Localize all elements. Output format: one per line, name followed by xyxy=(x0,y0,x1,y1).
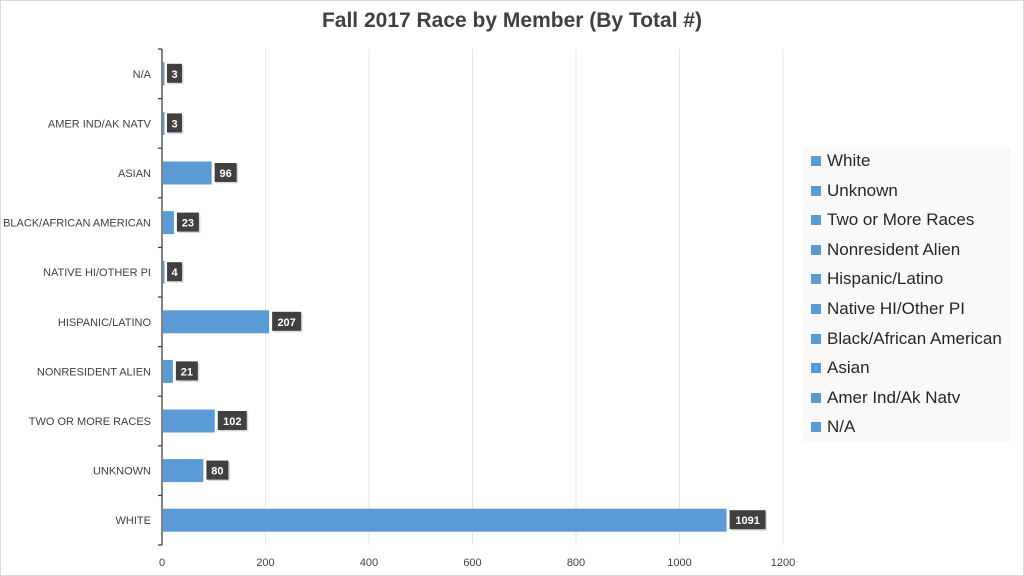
bar xyxy=(163,111,165,135)
data-label: 102 xyxy=(223,416,241,428)
legend-swatch-icon xyxy=(811,304,821,314)
legend-item: Native HI/Other PI xyxy=(811,299,965,319)
legend-item: Unknown xyxy=(811,181,898,201)
category-labels: N/A AMER IND/AK NATV ASIAN BLACK/AFRICAN AM… xyxy=(3,69,152,527)
data-label: 23 xyxy=(182,218,194,230)
data-label: 207 xyxy=(277,317,295,329)
category-label: NATIVE HI/OTHER PI xyxy=(43,267,151,279)
x-tick-label: 200 xyxy=(256,557,274,569)
data-label: 3 xyxy=(171,118,177,130)
legend-label: N/A xyxy=(827,417,856,437)
data-label: 96 xyxy=(220,168,232,180)
legend-swatch-icon xyxy=(811,156,821,166)
data-label: 21 xyxy=(181,366,193,378)
data-label: 3 xyxy=(171,69,177,81)
bar xyxy=(163,359,173,383)
legend-swatch-icon xyxy=(811,422,821,433)
legend-swatch-icon xyxy=(811,244,821,255)
legend-label: Unknown xyxy=(827,180,898,200)
bar xyxy=(163,260,165,284)
bar xyxy=(163,508,727,532)
category-label: N/A xyxy=(133,69,152,81)
bar xyxy=(163,211,174,235)
legend-swatch-icon xyxy=(811,274,821,285)
bar xyxy=(163,310,270,334)
gridlines xyxy=(265,49,784,545)
value-axis-ticks: 0 200 400 600 800 1000 1200 xyxy=(159,557,795,569)
legend-item: Asian xyxy=(811,358,870,378)
x-tick-label: 0 xyxy=(159,557,165,569)
category-label: WHITE xyxy=(116,515,151,527)
x-tick-label: 800 xyxy=(567,557,585,569)
legend-label: Nonresident Alien xyxy=(827,239,961,259)
legend-item: N/A xyxy=(811,417,855,437)
legend-label: Two or More Races xyxy=(827,210,975,230)
category-label: AMER IND/AK NATV xyxy=(48,118,152,130)
legend-item: White xyxy=(811,151,870,171)
legend-label: Hispanic/Latino xyxy=(827,269,944,289)
x-tick-label: 1200 xyxy=(771,557,795,569)
legend-swatch-icon xyxy=(811,363,821,374)
legend-label: Black/African American xyxy=(827,328,1002,348)
data-label: 4 xyxy=(172,267,179,279)
legend-label: White xyxy=(827,151,871,170)
category-label: HISPANIC/LATINO xyxy=(58,317,152,329)
bar xyxy=(163,161,212,185)
category-axis xyxy=(158,48,163,546)
category-label: NONRESIDENT ALIEN xyxy=(37,366,151,378)
legend-item: Black/African American xyxy=(811,329,1002,349)
legend-item: Nonresident Alien xyxy=(811,240,960,260)
legend-item: Amer Ind/Ak Natv xyxy=(811,388,960,408)
data-labels: 3 3 96 23 4 207 21 102 80 1091 xyxy=(167,63,768,531)
legend-swatch-icon xyxy=(811,392,821,403)
category-label: BLACK/AFRICAN AMERICAN xyxy=(3,218,151,230)
legend-label: Native HI/Other PI xyxy=(827,299,965,318)
legend-swatch-icon xyxy=(811,215,821,226)
x-tick-label: 1000 xyxy=(667,557,691,569)
legend: White Unknown Two or More Races Nonresident… xyxy=(803,147,1011,442)
bar xyxy=(163,459,204,483)
legend-label: Asian xyxy=(827,358,870,378)
data-label: 80 xyxy=(211,466,223,478)
legend-swatch-icon xyxy=(811,333,821,344)
bars xyxy=(163,62,727,532)
x-tick-label: 400 xyxy=(360,557,378,569)
category-label: ASIAN xyxy=(118,168,151,180)
data-label: 1091 xyxy=(735,515,759,527)
legend-item: Hispanic/Latino xyxy=(811,269,943,289)
category-label: TWO OR MORE RACES xyxy=(29,416,151,428)
x-tick-label: 600 xyxy=(463,557,481,569)
bar xyxy=(163,62,165,86)
legend-label: Amer Ind/Ak Natv xyxy=(827,387,961,407)
category-label: UNKNOWN xyxy=(93,466,151,478)
legend-swatch-icon xyxy=(811,185,821,196)
bar xyxy=(163,409,215,433)
legend-item: Two or More Races xyxy=(811,210,974,230)
